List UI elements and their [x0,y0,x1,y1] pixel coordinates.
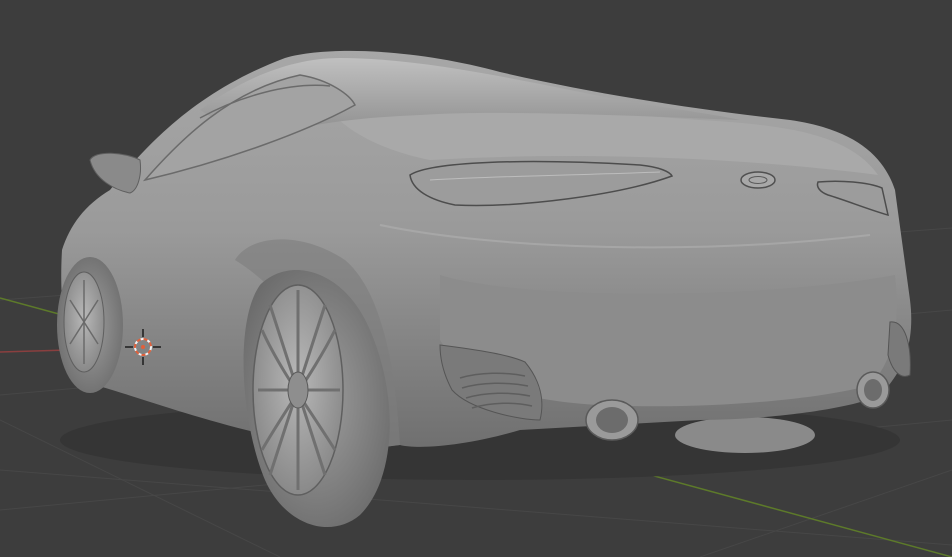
car-model[interactable] [57,50,912,528]
front-left-wheel [57,257,123,393]
3d-viewport[interactable] [0,0,952,557]
right-rear-wheel [675,417,815,453]
car-emblem [740,171,776,189]
left-exhaust [585,399,639,441]
viewport-scene[interactable] [0,0,952,557]
right-exhaust [856,371,890,409]
